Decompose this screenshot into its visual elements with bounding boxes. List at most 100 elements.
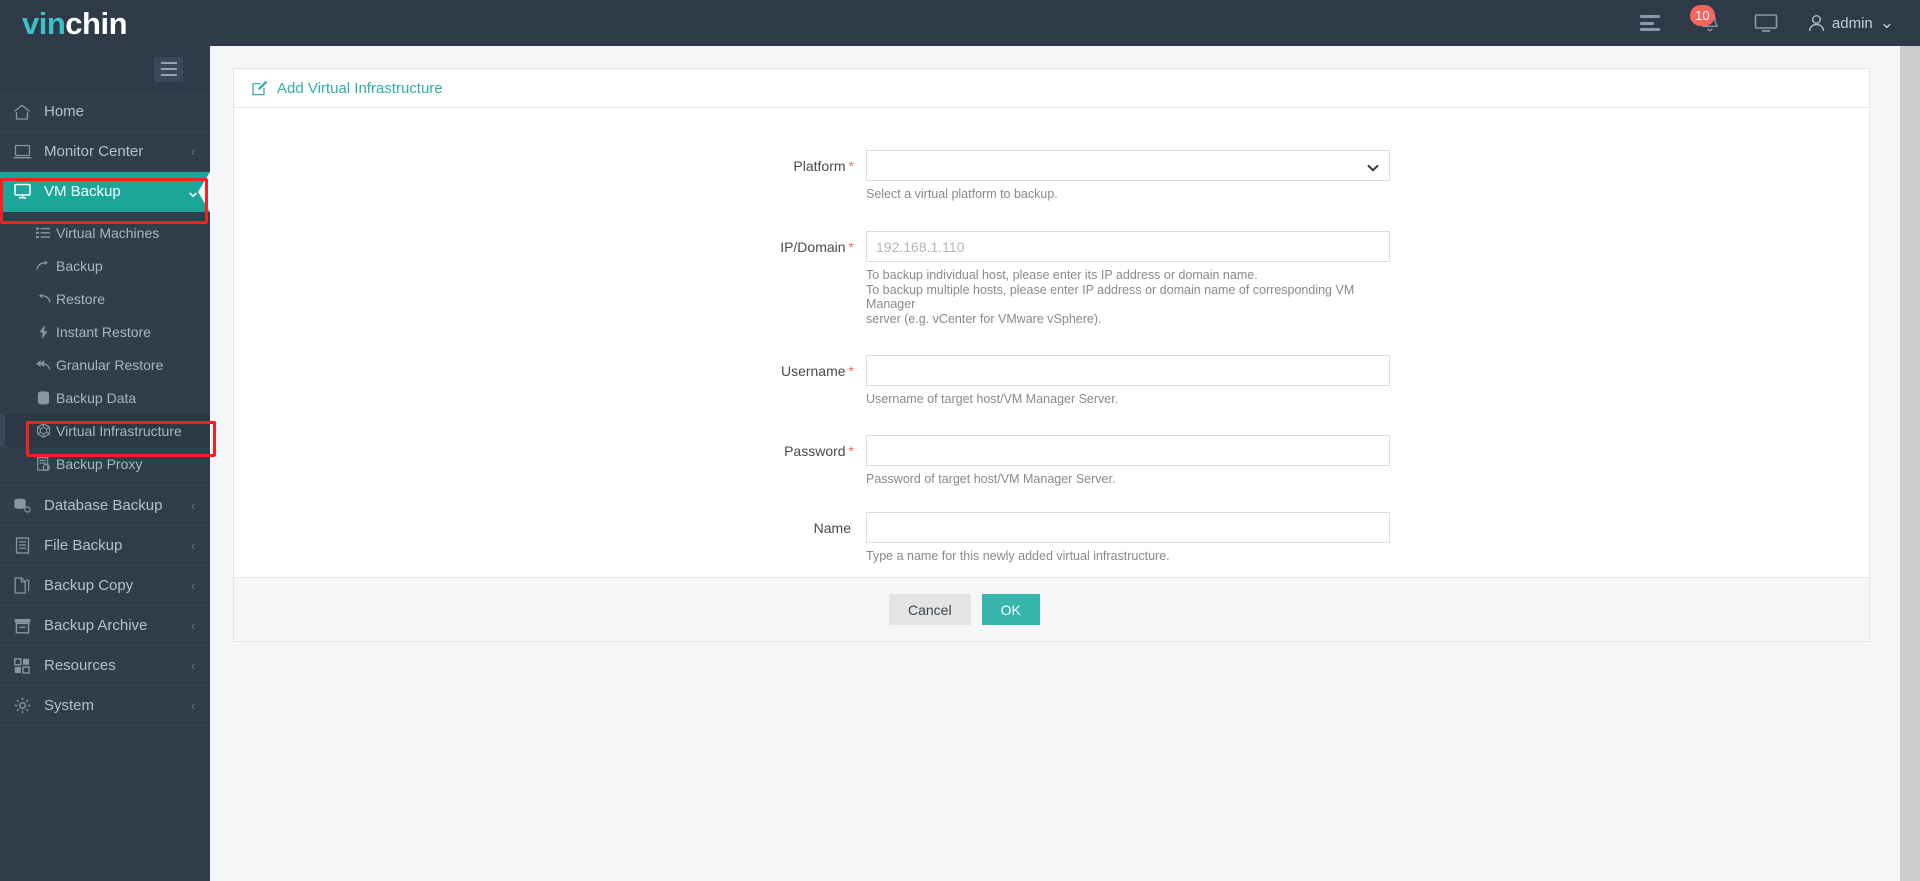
database-stack-icon [0,498,44,514]
sidebar-item-label: Backup Proxy [56,455,143,472]
copy-icon [0,577,44,594]
gear-icon [0,697,44,714]
sidebar-item-restore[interactable]: Restore [0,282,210,315]
bolt-icon [30,324,56,339]
required-marker: * [848,443,854,460]
home-icon [0,104,44,120]
name-input[interactable] [866,511,1390,543]
sidebar-item-virtual-infrastructure[interactable]: Virtual Infrastructure [0,414,210,447]
platform-control: Select a virtual platform to backup. [866,150,1390,201]
main-content: Add Virtual Infrastructure Platform * Se… [210,46,1920,881]
sidebar-item-label: Virtual Machines [56,224,160,241]
sidebar-item-resources[interactable]: Resources ‹ [0,646,210,686]
chevron-left-icon: ‹ [190,658,196,673]
sidebar-item-label: File Backup [44,537,123,554]
password-input[interactable] [866,435,1390,467]
form-body: Platform * Select a virtual platform to b… [234,108,1869,577]
grid-icon [0,657,44,674]
password-hint: Password of target host/VM Manager Serve… [866,472,1116,487]
ip-domain-hint-line3: server (e.g. vCenter for VMware vSphere)… [866,311,1102,326]
sidebar-item-label: Granular Restore [56,356,164,373]
page-title: Add Virtual Infrastructure [277,79,443,97]
arrow-left-icon [30,293,56,305]
username-control: Username of target host/VM Manager Serve… [866,354,1390,406]
sidebar-item-label: Home [44,103,85,120]
form-row-password: Password * Password of target host/VM Man… [234,435,1869,486]
name-control: Type a name for this newly added virtual… [866,511,1390,563]
list-icon[interactable] [1639,15,1660,31]
brand-logo-part1: vin [22,5,66,41]
brand-logo: vinchin [0,8,210,39]
ok-button[interactable]: OK [981,594,1040,625]
password-label: Password * [234,435,866,486]
add-virtual-infrastructure-card: Add Virtual Infrastructure Platform * Se… [233,68,1870,642]
platform-label: Platform * [234,150,866,201]
sidebar-item-label: Backup Archive [44,617,148,634]
sidebar-item-granular-restore[interactable]: Granular Restore [0,348,210,381]
cube-icon [30,423,56,438]
form-footer: Cancel OK [234,577,1869,641]
sidebar: Home Monitor Center ‹ VM Backup ⌄ Virtua… [0,46,210,881]
username-label: admin [1831,14,1873,32]
page-title-bar: Add Virtual Infrastructure [234,69,1869,108]
server-icon [30,456,56,471]
sidebar-item-label: Backup Copy [44,577,134,594]
page-scrollbar[interactable] [1900,46,1920,881]
ip-domain-control: To backup individual host, please enter … [866,231,1390,326]
chevron-left-icon: ‹ [190,698,196,713]
password-label-text: Password [784,443,846,460]
notification-badge: 10 [1689,5,1715,26]
sidebar-item-vm-backup[interactable]: VM Backup ⌄ [0,172,210,212]
arrow-right-icon [30,260,56,272]
sidebar-item-system[interactable]: System ‹ [0,686,210,726]
ip-domain-hint: To backup individual host, please enter … [866,268,1390,326]
sidebar-item-backup-proxy[interactable]: Backup Proxy [0,447,210,480]
sidebar-item-backup-copy[interactable]: Backup Copy ‹ [0,566,210,606]
sidebar-item-file-backup[interactable]: File Backup ‹ [0,526,210,566]
page-scrollbar-thumb[interactable] [1900,46,1920,881]
notifications-button[interactable]: 10 [1689,5,1724,38]
monitor-icon [0,144,44,160]
monitor-icon[interactable] [1754,13,1778,33]
sidebar-item-database-backup[interactable]: Database Backup ‹ [0,486,210,526]
sidebar-item-backup[interactable]: Backup [0,249,210,282]
file-icon [0,537,44,554]
sidebar-item-label: Monitor Center [44,143,144,160]
sidebar-item-instant-restore[interactable]: Instant Restore [0,315,210,348]
form-row-username: Username * Username of target host/VM Man… [234,354,1869,406]
username-input[interactable] [866,354,1390,386]
sidebar-toggle-row [0,46,210,92]
database-icon [30,390,56,405]
ip-domain-label-text: IP/Domain [780,239,846,256]
cancel-button[interactable]: Cancel [889,594,971,625]
chevron-left-icon: ‹ [190,578,196,593]
chevron-down-icon: ⌄ [1879,13,1894,32]
name-hint: Type a name for this newly added virtual… [866,548,1170,563]
edit-square-icon [252,80,268,96]
desktop-icon [0,183,44,200]
active-pointer [198,172,210,212]
sidebar-item-virtual-machines[interactable]: Virtual Machines [0,216,210,249]
name-label: Name [234,512,866,563]
sidebar-item-monitor-center[interactable]: Monitor Center ‹ [0,132,210,172]
ip-domain-input[interactable] [866,231,1390,263]
password-control: Password of target host/VM Manager Serve… [866,435,1390,486]
list-icon [30,227,56,239]
sidebar-item-backup-data[interactable]: Backup Data [0,381,210,414]
ip-domain-hint-line2: To backup multiple hosts, please enter I… [866,282,1355,312]
required-marker: * [848,362,854,379]
sidebar-item-label: Virtual Infrastructure [56,422,182,439]
ip-domain-hint-line1: To backup individual host, please enter … [866,268,1258,283]
platform-select[interactable] [866,150,1390,181]
user-menu[interactable]: admin ⌄ [1808,14,1894,33]
sidebar-item-label: VM Backup [44,183,121,200]
sidebar-item-home[interactable]: Home [0,92,210,132]
brand-logo-part2: chin [65,5,128,41]
sidebar-item-backup-archive[interactable]: Backup Archive ‹ [0,606,210,646]
ip-domain-label: IP/Domain * [234,231,866,326]
chevron-left-icon: ‹ [190,144,196,159]
sidebar-item-label: Instant Restore [56,323,151,340]
hamburger-toggle-button[interactable] [154,56,183,82]
reply-all-icon [30,359,56,371]
username-hint: Username of target host/VM Manager Serve… [866,391,1119,406]
